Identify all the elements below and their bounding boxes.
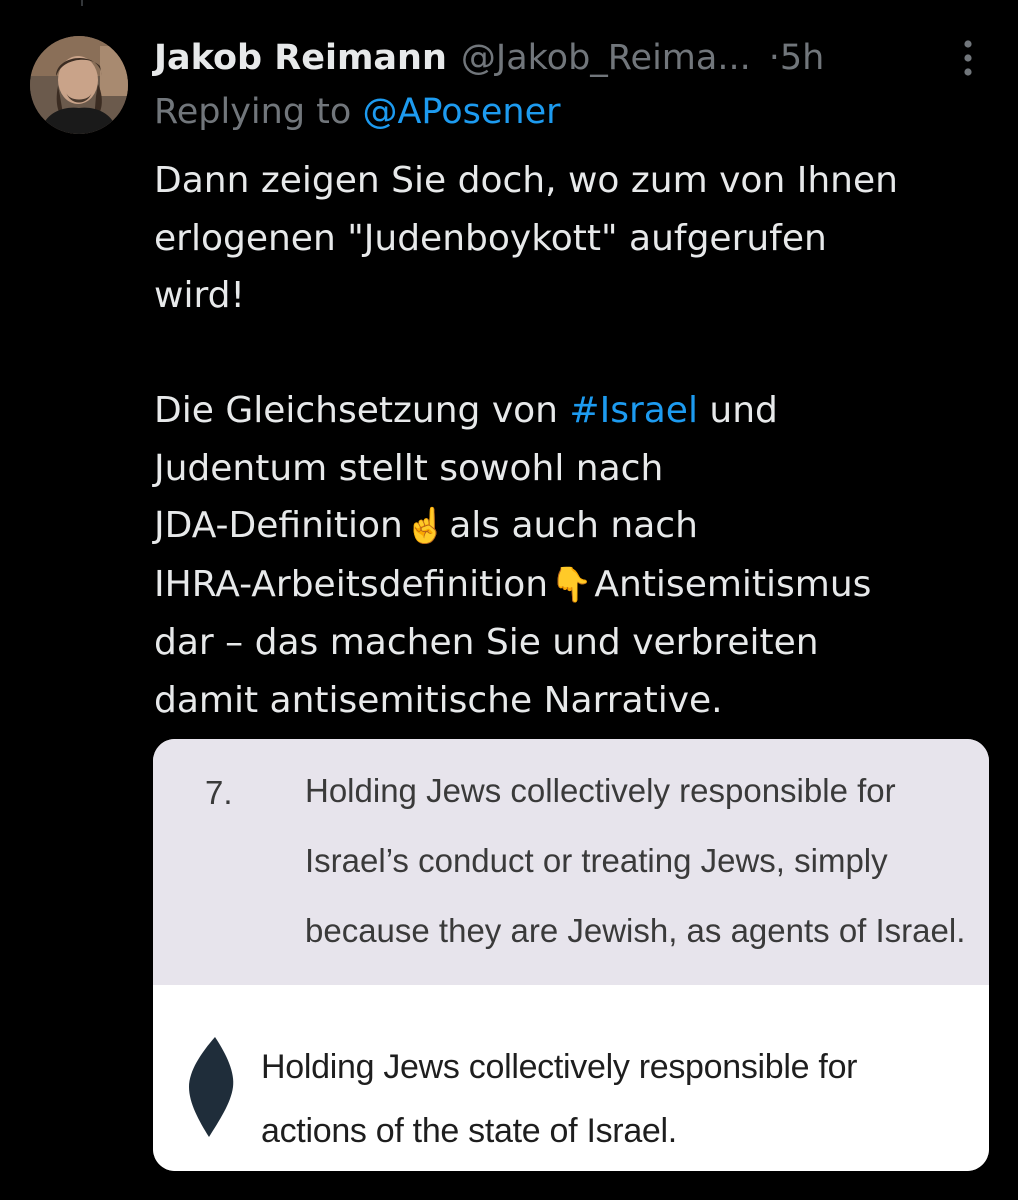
author-name[interactable]: Jakob Reimann (154, 38, 447, 78)
timestamp-value: 5h (779, 38, 825, 78)
tweet-line: Die Gleichsetzung von #Israel und (154, 382, 994, 440)
separator-dot: · (768, 38, 780, 78)
author-avatar[interactable] (30, 36, 128, 134)
tweet-line: Dann zeigen Sie doch, wo zum von Ihnen (154, 160, 898, 201)
point-up-emoji-icon: ☝️ (404, 506, 448, 546)
text-fragment: Die Gleichsetzung von (154, 390, 570, 431)
replying-to-label: Replying to (154, 92, 363, 132)
ihra-definition-excerpt: 7. Holding Jews collectively responsible… (153, 739, 989, 985)
replying-to-line: Replying to @APosener (154, 92, 561, 132)
tweet-line: wird! (154, 275, 245, 316)
text-fragment: Antisemitismus (594, 563, 872, 605)
ihra-text-line: Holding Jews collectively responsible fo… (305, 772, 896, 809)
attached-image[interactable]: 7. Holding Jews collectively responsible… (153, 739, 989, 1171)
jda-item-text: Holding Jews collectively responsible fo… (261, 1035, 981, 1163)
author-handle[interactable]: @Jakob_Reima... (461, 38, 751, 78)
tweet-line: IHRA-Arbeitsdefinition👇Antisemitismus (154, 556, 994, 615)
timestamp[interactable]: ·5h (769, 38, 825, 78)
hashtag-israel-link[interactable]: #Israel (569, 390, 698, 431)
tweet-line: dar – das machen Sie und verbreiten (154, 622, 819, 663)
tweet-header: Jakob Reimann @Jakob_Reima... ·5h (154, 34, 824, 82)
text-fragment: und (697, 390, 778, 431)
jda-text-line: Holding Jews collectively responsible fo… (261, 1048, 858, 1086)
tweet-line: damit antisemitische Narrative. (154, 679, 723, 721)
ihra-item-text: Holding Jews collectively responsible fo… (213, 756, 973, 966)
jda-definition-excerpt: Holding Jews collectively responsible fo… (153, 985, 989, 1171)
avatar-photo-icon (30, 36, 128, 134)
tweet-line: JDA-Definition☝️als auch nach (154, 497, 994, 556)
text-fragment: als auch nach (449, 505, 698, 546)
thread-connector-line (81, 0, 83, 6)
text-fragment: JDA-Definition (154, 505, 403, 546)
point-down-emoji-icon: 👇 (550, 564, 593, 605)
tweet-line: Judentum stellt sowohl nach (154, 447, 664, 489)
ihra-text-line: because they are Jewish, as agents of Is… (305, 912, 966, 949)
text-fragment: IHRA-Arbeitsdefinition (154, 563, 549, 605)
jda-text-line: actions of the state of Israel. (261, 1112, 677, 1150)
tweet-text: Dann zeigen Sie doch, wo zum von Ihnen e… (154, 152, 994, 729)
diamond-bullet-icon (185, 1033, 237, 1145)
more-vertical-icon[interactable] (956, 38, 980, 78)
reply-handle-link[interactable]: @APosener (362, 92, 560, 132)
tweet-line: erlogenen "Judenboykott" aufgerufen (154, 217, 827, 259)
ihra-text-line: Israel’s conduct or treating Jews, simpl… (305, 842, 888, 879)
